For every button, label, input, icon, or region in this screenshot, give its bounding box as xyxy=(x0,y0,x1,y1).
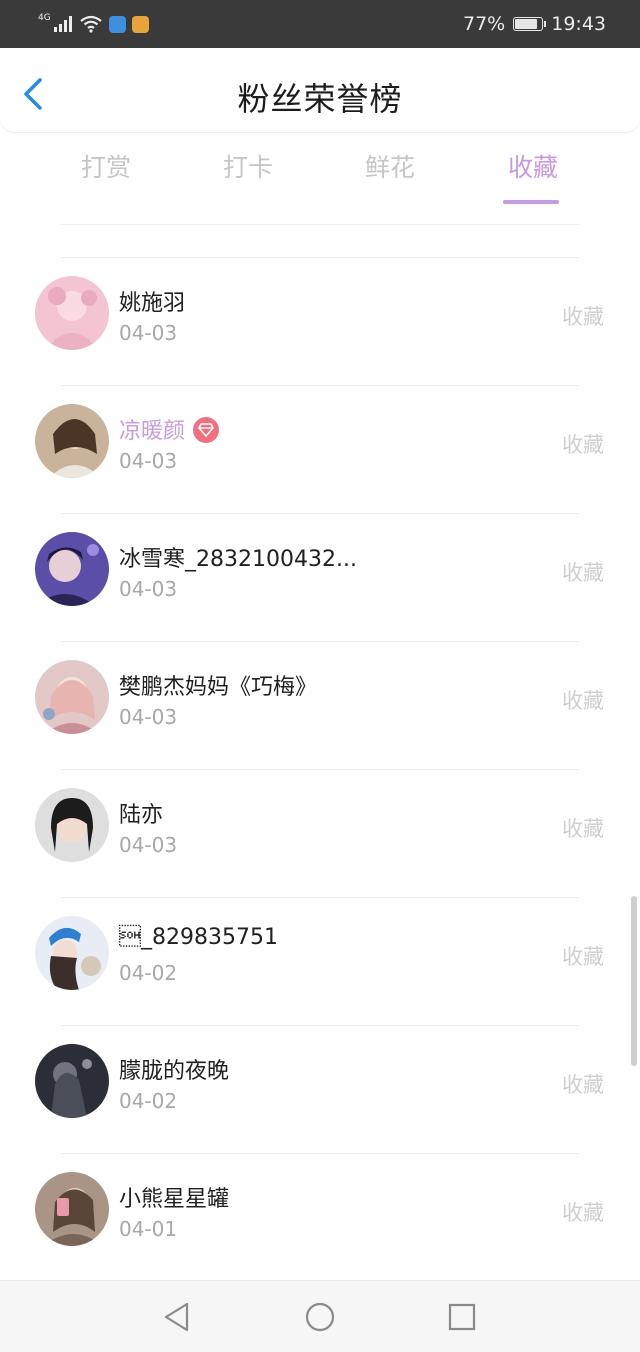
signal-icon xyxy=(53,16,72,32)
action-label: 收藏 xyxy=(562,689,604,713)
username: 陆亦 xyxy=(119,803,164,828)
action-label: 收藏 xyxy=(562,561,604,585)
home-circle-icon[interactable] xyxy=(302,1299,338,1335)
username-text: 凉暖颜 xyxy=(119,419,186,444)
divider xyxy=(60,224,580,225)
list-item[interactable]: 姚施羽 04-03 收藏 xyxy=(0,257,640,385)
list-item[interactable]: 小熊星星罐 04-01 收藏 xyxy=(0,1153,640,1281)
battery-level xyxy=(515,19,537,29)
username: 姚施羽 xyxy=(119,291,186,316)
action-label: 收藏 xyxy=(562,1201,604,1225)
username: 樊鹏杰妈妈《巧梅》 xyxy=(119,675,318,700)
date: 04-03 xyxy=(119,705,178,729)
page-header: 粉丝荣誉榜 xyxy=(0,48,640,133)
avatar xyxy=(35,404,109,478)
action-label: 收藏 xyxy=(562,433,604,457)
page-title: 粉丝荣誉榜 xyxy=(237,80,403,118)
date: 04-03 xyxy=(119,833,178,857)
tab-label: 打赏 xyxy=(80,153,131,182)
tab-label: 鲜花 xyxy=(364,153,415,182)
back-triangle-icon[interactable] xyxy=(159,1299,195,1335)
username: 凉暖颜 xyxy=(119,413,220,445)
action-label: 收藏 xyxy=(562,305,604,329)
avatar xyxy=(35,1172,109,1246)
username: 冰雪寒_2832100432... xyxy=(119,547,357,572)
tab-reward[interactable]: 打赏 xyxy=(51,148,161,184)
shield-app-icon xyxy=(108,15,126,33)
recents-square-icon[interactable] xyxy=(444,1299,480,1335)
date: 04-01 xyxy=(119,1217,178,1241)
orange-app-icon xyxy=(131,15,149,33)
action-label: 收藏 xyxy=(562,817,604,841)
tab-label: 打卡 xyxy=(222,153,273,182)
avatar xyxy=(35,660,109,734)
clock: 19:43 xyxy=(551,13,606,35)
list-item[interactable]: 冰雪寒_2832100432... 04-03 收藏 xyxy=(0,513,640,641)
status-bar: 4G 77% 19:43 xyxy=(0,0,640,48)
action-label: 收藏 xyxy=(562,945,604,969)
action-label: 收藏 xyxy=(562,1073,604,1097)
battery-icon xyxy=(513,17,547,31)
tab-bar: 打赏 打卡 鲜花 收藏 xyxy=(0,148,640,208)
status-icons-left: 4G xyxy=(38,12,149,36)
tab-flowers[interactable]: 鲜花 xyxy=(335,148,445,184)
avatar xyxy=(35,788,109,862)
status-icons-right: 77% 19:43 xyxy=(463,12,606,36)
active-tab-indicator xyxy=(503,200,559,204)
date: 04-02 xyxy=(119,961,178,985)
tab-label: 收藏 xyxy=(507,153,558,182)
date: 04-03 xyxy=(119,321,178,345)
list-item[interactable]: 凉暖颜 04-03 收藏 xyxy=(0,385,640,513)
tab-favorites[interactable]: 收藏 xyxy=(478,148,588,204)
list-item[interactable]: _829835751 04-02 收藏 xyxy=(0,897,640,1025)
username: 小熊星星罐 xyxy=(119,1187,230,1212)
list-item[interactable]: 樊鹏杰妈妈《巧梅》 04-03 收藏 xyxy=(0,641,640,769)
date: 04-03 xyxy=(119,449,178,473)
diamond-badge-icon xyxy=(193,417,220,443)
date: 04-03 xyxy=(119,577,178,601)
battery-percent: 77% xyxy=(463,13,506,35)
date: 04-02 xyxy=(119,1089,178,1113)
tab-checkin[interactable]: 打卡 xyxy=(193,148,303,184)
system-nav-bar xyxy=(0,1280,640,1352)
list-item[interactable]: 陆亦 04-03 收藏 xyxy=(0,769,640,897)
wifi-icon xyxy=(80,15,102,33)
avatar xyxy=(35,532,109,606)
username: 朦胧的夜晚 xyxy=(119,1059,230,1084)
username: _829835751 xyxy=(119,925,278,950)
avatar xyxy=(35,916,109,990)
network-type: 4G xyxy=(38,13,51,23)
avatar xyxy=(35,276,109,350)
avatar xyxy=(35,1044,109,1118)
list-item[interactable]: 朦胧的夜晚 04-02 收藏 xyxy=(0,1025,640,1153)
scrollbar[interactable] xyxy=(631,896,637,1066)
